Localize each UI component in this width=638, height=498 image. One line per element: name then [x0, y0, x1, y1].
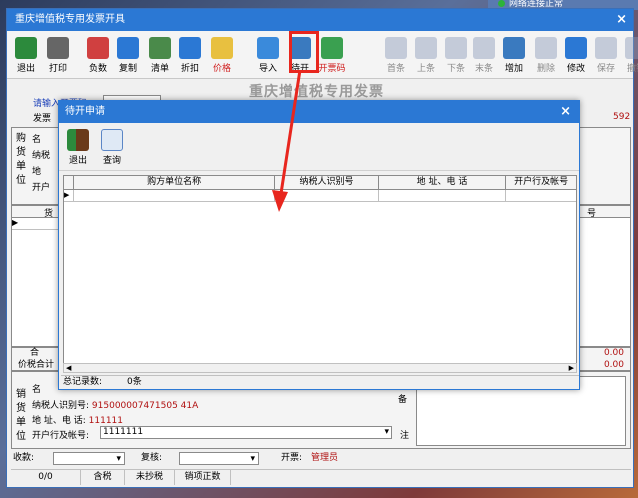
red-pointer-arrow: [272, 69, 302, 212]
